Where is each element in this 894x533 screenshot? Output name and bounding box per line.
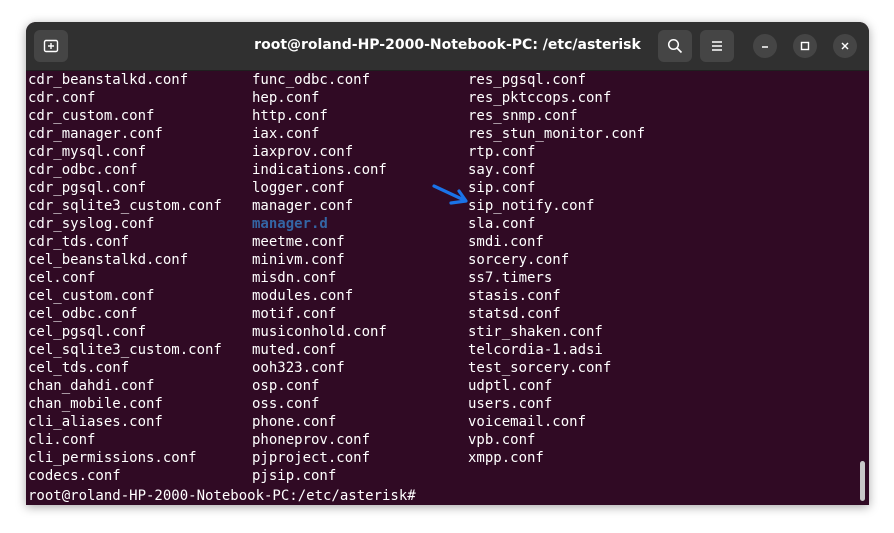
menu-button[interactable] xyxy=(700,30,734,62)
file-entry: chan_mobile.conf xyxy=(28,396,163,412)
file-entry: chan_dahdi.conf xyxy=(28,378,155,394)
maximize-button[interactable] xyxy=(793,34,817,58)
close-button[interactable] xyxy=(833,34,857,58)
file-entry: statsd.conf xyxy=(468,306,561,322)
file-column-3: res_pgsql.conf res_pktccops.conf res_snmp.… xyxy=(468,71,645,467)
file-entry: res_snmp.conf xyxy=(468,108,578,124)
file-entry: res_pktccops.conf xyxy=(468,90,612,106)
maximize-icon xyxy=(800,41,810,51)
file-entry: stasis.conf xyxy=(468,288,561,304)
file-entry: cel_odbc.conf xyxy=(28,306,138,322)
file-entry: users.conf xyxy=(468,396,553,412)
scrollbar-thumb[interactable] xyxy=(860,461,865,501)
file-entry: codecs.conf xyxy=(28,468,121,484)
minimize-icon xyxy=(762,46,768,48)
terminal-window: root@roland-HP-2000-Notebook-PC: /etc/as… xyxy=(26,22,869,505)
file-entry: cdr_custom.conf xyxy=(28,108,155,124)
terminal-output[interactable]: cdr_beanstalkd.conf cdr.conf cdr_custom.co… xyxy=(26,71,869,505)
file-entry: xmpp.conf xyxy=(468,450,544,466)
file-entry: cli.conf xyxy=(28,432,96,448)
file-entry: http.conf xyxy=(252,108,328,124)
file-entry: cli_aliases.conf xyxy=(28,414,163,430)
file-entry: vpb.conf xyxy=(468,432,536,448)
file-entry: cli_permissions.conf xyxy=(28,450,197,466)
file-entry: stir_shaken.conf xyxy=(468,324,603,340)
file-entry: test_sorcery.conf xyxy=(468,360,612,376)
file-entry: hep.conf xyxy=(252,90,320,106)
file-entry: rtp.conf xyxy=(468,144,536,160)
file-entry: res_pgsql.conf xyxy=(468,72,587,88)
close-icon xyxy=(841,42,849,50)
file-column-1: cdr_beanstalkd.conf cdr.conf cdr_custom.co… xyxy=(28,71,222,485)
file-entry: cdr_pgsql.conf xyxy=(28,180,147,196)
file-entry: sip_notify.conf xyxy=(468,198,595,214)
directory-entry: manager.d xyxy=(252,216,328,232)
file-entry: voicemail.conf xyxy=(468,414,587,430)
file-entry: logger.conf xyxy=(252,180,345,196)
window-title: root@roland-HP-2000-Notebook-PC: /etc/as… xyxy=(254,37,641,53)
file-entry: phoneprov.conf xyxy=(252,432,371,448)
file-entry: ss7.timers xyxy=(468,270,553,286)
file-entry: iaxprov.conf xyxy=(252,144,354,160)
file-entry: sip.conf xyxy=(468,180,536,196)
file-entry: cel_pgsql.conf xyxy=(28,324,147,340)
file-entry: cdr_odbc.conf xyxy=(28,162,138,178)
shell-prompt: root@roland-HP-2000-Notebook-PC:/etc/ast… xyxy=(28,488,416,504)
file-entry: osp.conf xyxy=(252,378,320,394)
file-entry: misdn.conf xyxy=(252,270,337,286)
file-entry: cel_beanstalkd.conf xyxy=(28,252,189,268)
file-entry: cdr_beanstalkd.conf xyxy=(28,72,189,88)
file-entry: cel_custom.conf xyxy=(28,288,155,304)
search-icon xyxy=(667,38,683,54)
hamburger-menu-icon xyxy=(712,41,722,51)
file-entry: say.conf xyxy=(468,162,536,178)
file-entry: indications.conf xyxy=(252,162,387,178)
title-bar: root@roland-HP-2000-Notebook-PC: /etc/as… xyxy=(26,22,869,71)
file-entry: musiconhold.conf xyxy=(252,324,387,340)
file-entry: cdr_tds.conf xyxy=(28,234,130,250)
file-entry: oss.conf xyxy=(252,396,320,412)
file-entry: cel_sqlite3_custom.conf xyxy=(28,342,222,358)
file-entry: cel.conf xyxy=(28,270,96,286)
file-entry: muted.conf xyxy=(252,342,337,358)
search-button[interactable] xyxy=(658,30,692,62)
file-entry: phone.conf xyxy=(252,414,337,430)
file-entry: modules.conf xyxy=(252,288,354,304)
minimize-button[interactable] xyxy=(753,34,777,58)
file-entry: iax.conf xyxy=(252,126,320,142)
file-entry: cdr_sqlite3_custom.conf xyxy=(28,198,222,214)
file-entry: pjsip.conf xyxy=(252,468,337,484)
file-entry: pjproject.conf xyxy=(252,450,371,466)
file-entry: motif.conf xyxy=(252,306,337,322)
file-entry: telcordia-1.adsi xyxy=(468,342,603,358)
file-entry: udptl.conf xyxy=(468,378,553,394)
file-entry: res_stun_monitor.conf xyxy=(468,126,646,142)
file-column-2: func_odbc.conf hep.conf http.conf iax.conf i… xyxy=(252,71,387,485)
file-entry: func_odbc.conf xyxy=(252,72,371,88)
file-entry: sorcery.conf xyxy=(468,252,570,268)
file-entry: cdr_manager.conf xyxy=(28,126,163,142)
file-entry: sla.conf xyxy=(468,216,536,232)
file-entry: cel_tds.conf xyxy=(28,360,130,376)
file-entry: smdi.conf xyxy=(468,234,544,250)
file-entry: ooh323.conf xyxy=(252,360,345,376)
file-entry: minivm.conf xyxy=(252,252,345,268)
file-entry: cdr_syslog.conf xyxy=(28,216,155,232)
arrow-annotation-icon xyxy=(432,184,468,205)
file-entry: meetme.conf xyxy=(252,234,345,250)
file-entry: manager.conf xyxy=(252,198,354,214)
file-entry: cdr.conf xyxy=(28,90,96,106)
file-entry: cdr_mysql.conf xyxy=(28,144,147,160)
